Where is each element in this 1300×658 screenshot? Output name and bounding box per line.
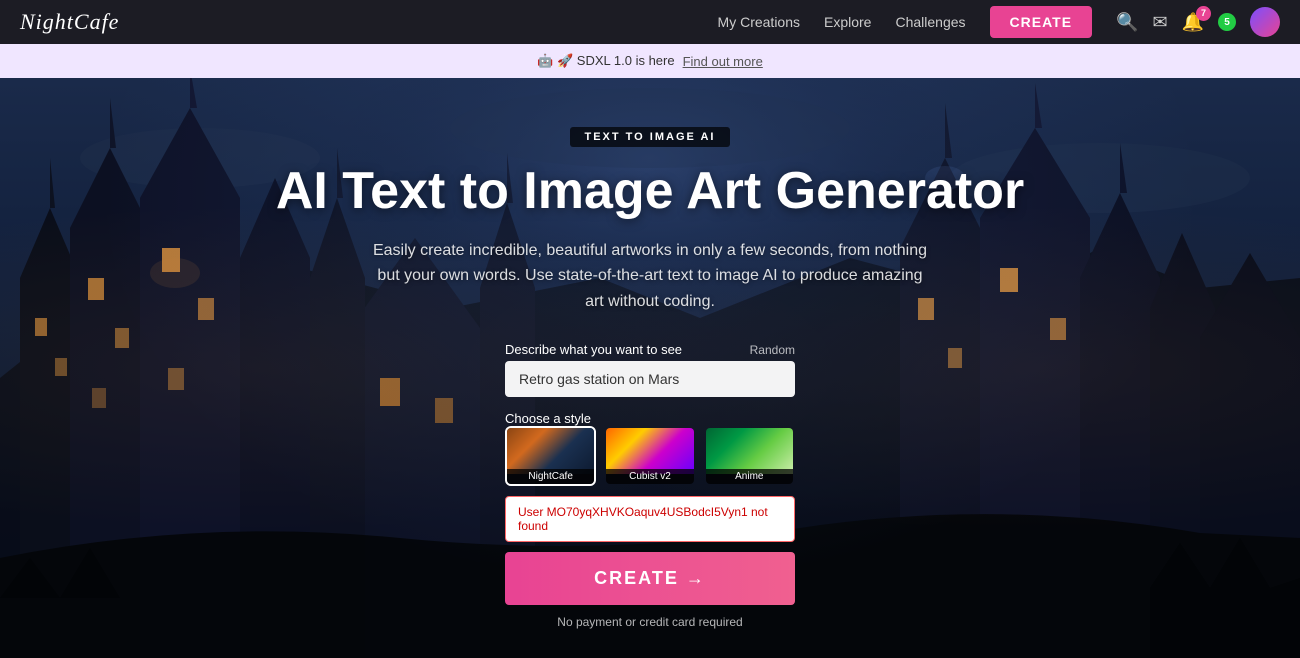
nav-create-button[interactable]: CREATE bbox=[990, 6, 1093, 38]
hero-title: AI Text to Image Art Generator bbox=[276, 163, 1024, 220]
navbar: NightCafe My Creations Explore Challenge… bbox=[0, 0, 1300, 44]
hero-content: TEXT TO IMAGE AI AI Text to Image Art Ge… bbox=[0, 78, 1300, 658]
style-anime-preview bbox=[706, 428, 793, 474]
credits-badge: 5 bbox=[1218, 13, 1236, 31]
nav-icons: 🔍 ✉ 🔔 7 5 bbox=[1116, 7, 1280, 37]
nav-right: My Creations Explore Challenges CREATE 🔍… bbox=[718, 6, 1280, 38]
prompt-label-row: Describe what you want to see Random bbox=[505, 342, 795, 357]
nav-link-my-creations[interactable]: My Creations bbox=[718, 14, 800, 30]
style-anime-label: Anime bbox=[706, 469, 793, 484]
style-selector: NightCafe Cubist v2 Anime bbox=[505, 426, 795, 486]
logo[interactable]: NightCafe bbox=[20, 9, 119, 35]
hero-subtitle: Easily create incredible, beautiful artw… bbox=[370, 238, 930, 315]
search-icon[interactable]: 🔍 bbox=[1116, 12, 1138, 33]
style-nightcafe-label: NightCafe bbox=[507, 469, 594, 484]
creation-form: Describe what you want to see Random Cho… bbox=[505, 342, 795, 629]
hero-badge: TEXT TO IMAGE AI bbox=[570, 127, 729, 147]
style-card-cubist[interactable]: Cubist v2 bbox=[604, 426, 695, 486]
no-payment-text: No payment or credit card required bbox=[505, 615, 795, 629]
style-cubist-preview bbox=[606, 428, 693, 474]
style-card-nightcafe[interactable]: NightCafe bbox=[505, 426, 596, 486]
style-card-anime[interactable]: Anime bbox=[704, 426, 795, 486]
nav-link-explore[interactable]: Explore bbox=[824, 14, 871, 30]
style-nightcafe-preview bbox=[507, 428, 594, 474]
hero-section: TEXT TO IMAGE AI AI Text to Image Art Ge… bbox=[0, 78, 1300, 658]
style-label: Choose a style bbox=[505, 411, 795, 426]
notifications-icon[interactable]: 🔔 7 bbox=[1182, 12, 1204, 33]
error-box: User MO70yqXHVKOaquv4USBodcI5Vyn1 not fo… bbox=[505, 496, 795, 542]
announcement-text: 🤖 🚀 SDXL 1.0 is here bbox=[537, 53, 674, 69]
nav-link-challenges[interactable]: Challenges bbox=[895, 14, 965, 30]
style-section: Choose a style NightCafe Cubist v2 Anime bbox=[505, 407, 795, 486]
prompt-label: Describe what you want to see bbox=[505, 342, 682, 357]
avatar[interactable] bbox=[1250, 7, 1280, 37]
messages-icon[interactable]: ✉ bbox=[1152, 12, 1167, 33]
announcement-bar: 🤖 🚀 SDXL 1.0 is here Find out more bbox=[0, 44, 1300, 78]
announcement-link[interactable]: Find out more bbox=[683, 54, 763, 69]
prompt-input[interactable] bbox=[505, 361, 795, 397]
credits-icon[interactable]: 5 bbox=[1218, 13, 1236, 31]
random-link[interactable]: Random bbox=[750, 343, 795, 357]
notification-badge: 7 bbox=[1196, 6, 1211, 21]
style-cubist-label: Cubist v2 bbox=[606, 469, 693, 484]
create-button[interactable]: CREATE → bbox=[505, 552, 795, 605]
error-text: User MO70yqXHVKOaquv4USBodcI5Vyn1 not fo… bbox=[518, 505, 768, 533]
prompt-section: Describe what you want to see Random bbox=[505, 342, 795, 397]
